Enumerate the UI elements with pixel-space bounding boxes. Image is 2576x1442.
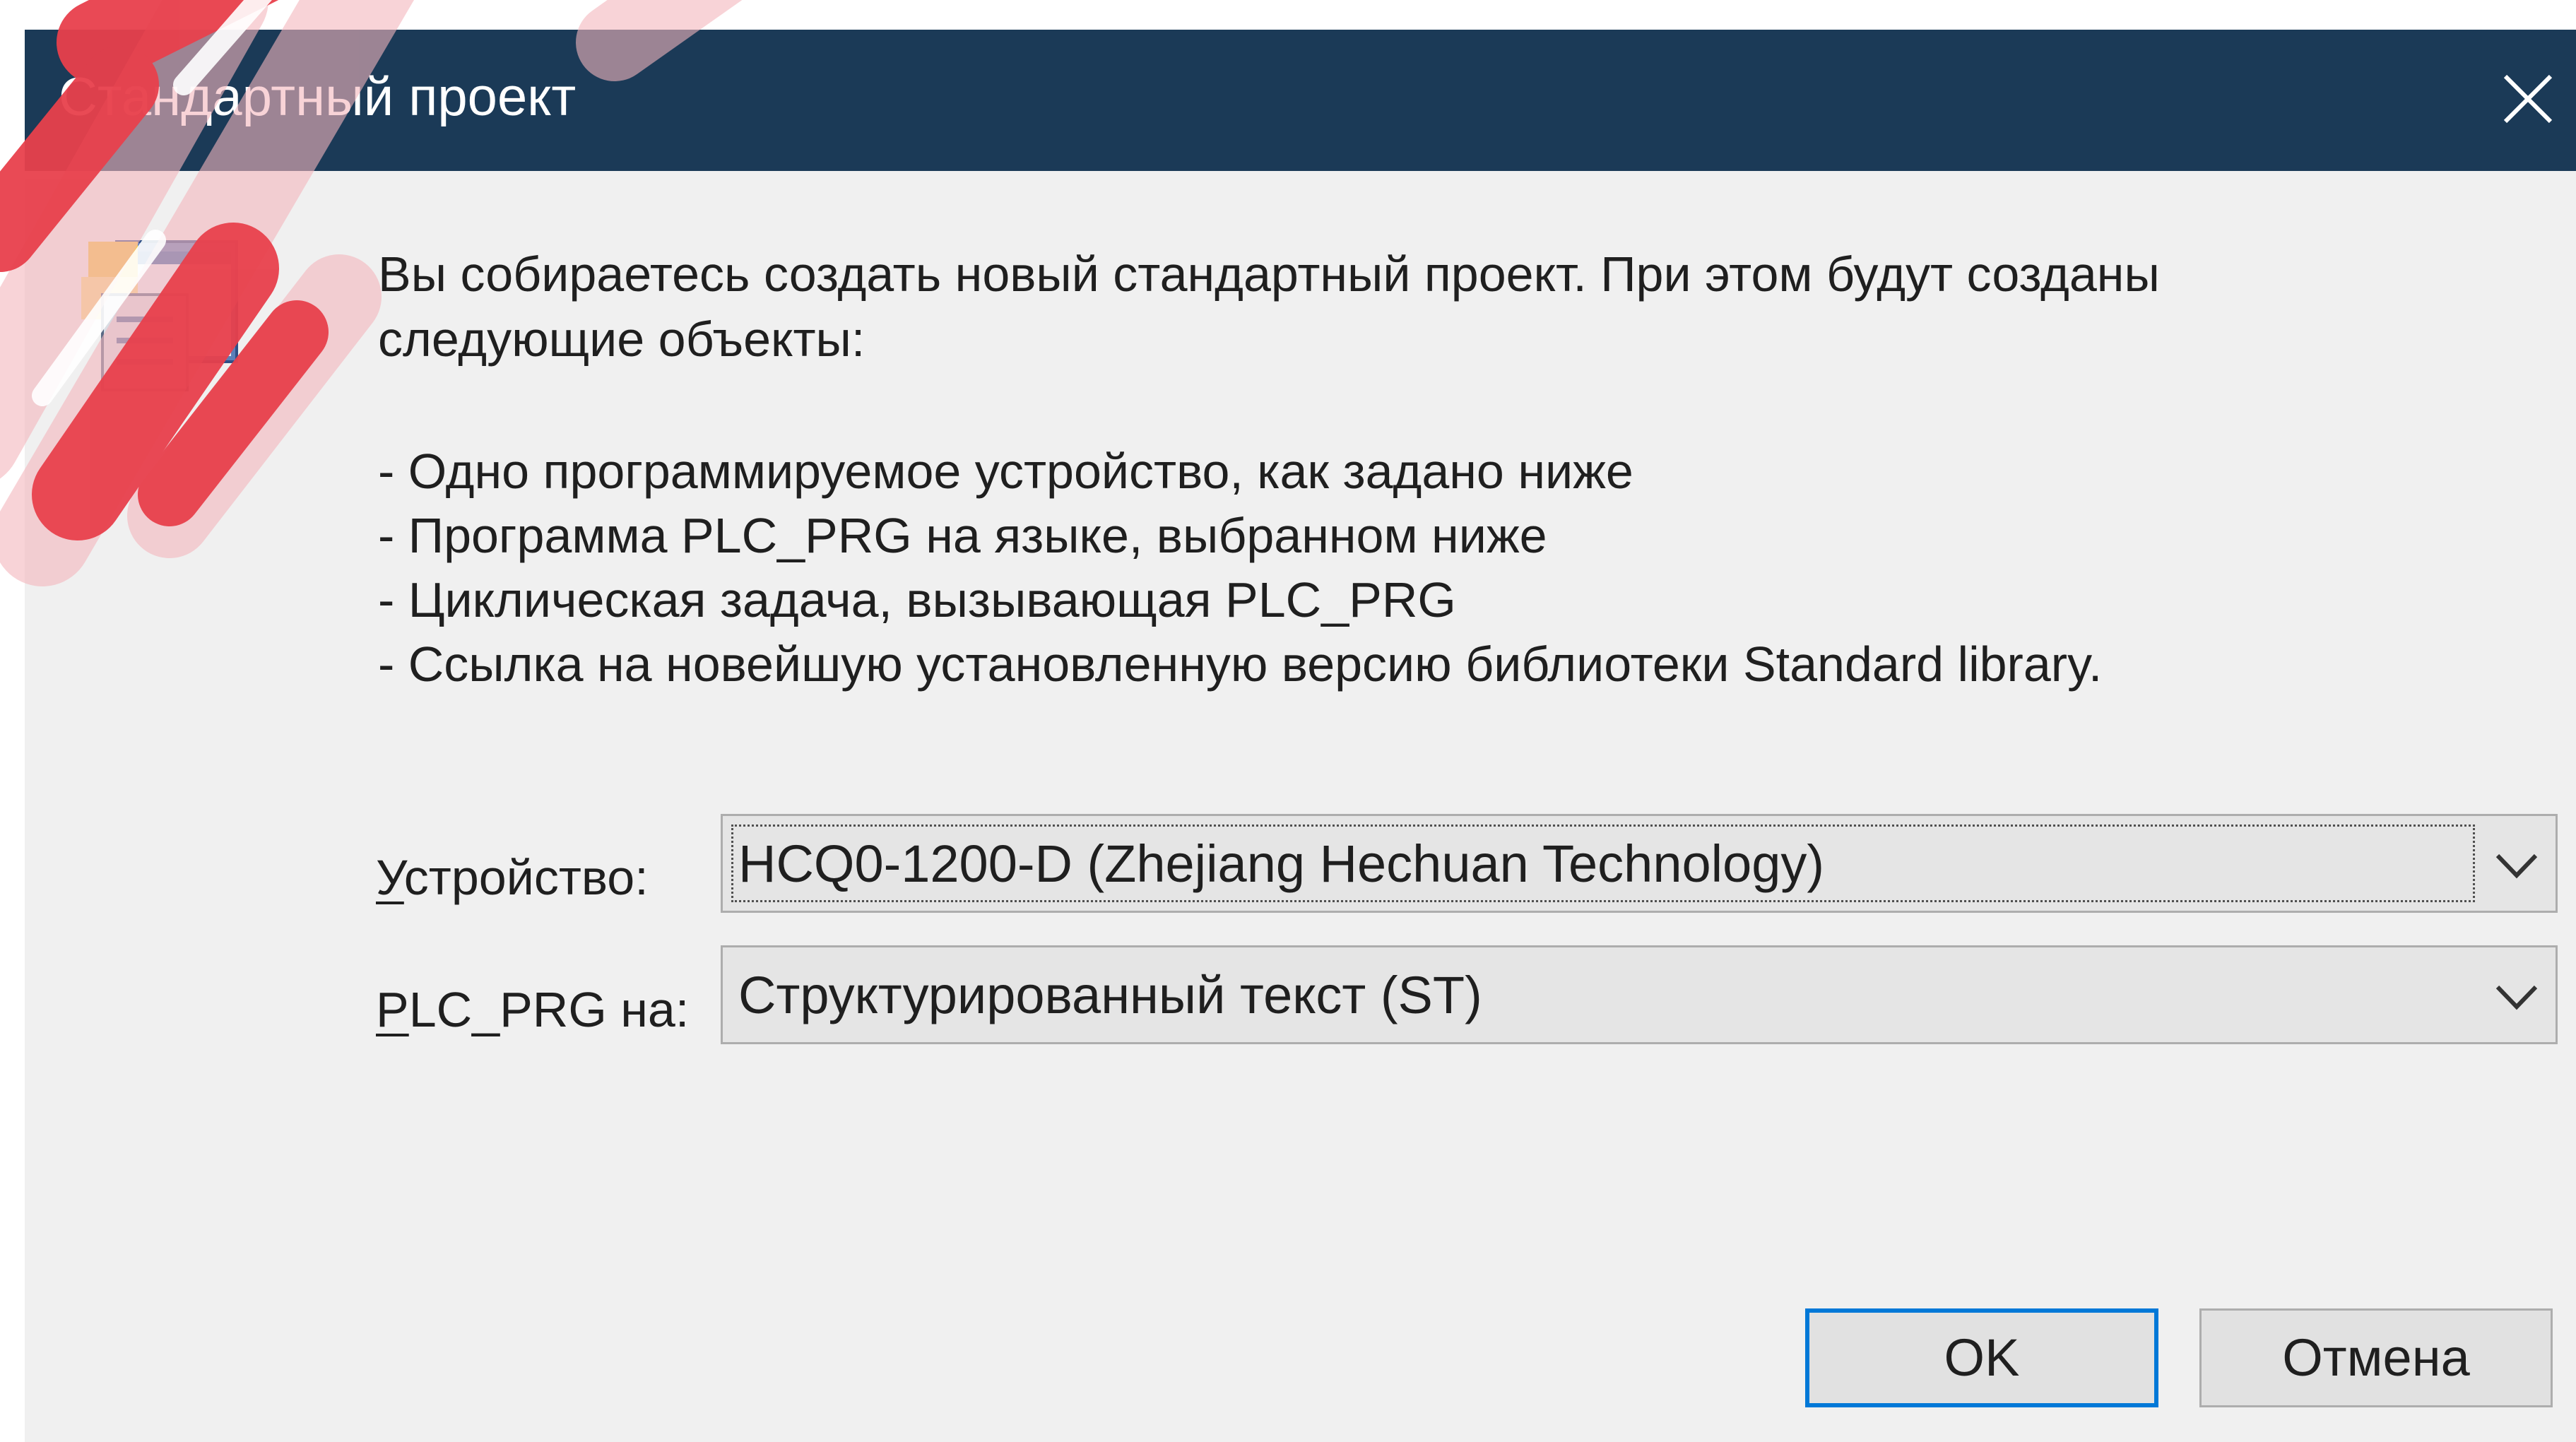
close-icon — [2503, 74, 2553, 124]
device-label: Устройство: — [376, 842, 649, 913]
list-item: - Ссылка на новейшую установленную верси… — [378, 637, 2103, 692]
close-button[interactable] — [2491, 30, 2576, 171]
language-label-text: LC_PRG на: — [408, 982, 690, 1037]
intro-line-1: Вы собираетесь создать новый стандартный… — [378, 247, 2160, 302]
ok-button[interactable]: OK — [1805, 1308, 2158, 1407]
language-label-mnemonic: P — [376, 982, 409, 1037]
chevron-down-icon — [2495, 985, 2538, 1010]
list-item: - Программа PLC_PRG на языке, выбранном … — [378, 508, 1547, 563]
dialog-title: Стандартный проект — [59, 67, 577, 127]
created-objects-list: - Одно программируемое устройство, как з… — [378, 439, 2102, 697]
intro-text: Вы собираетесь создать новый стандартный… — [378, 242, 2160, 372]
chevron-down-icon — [2495, 853, 2538, 879]
cancel-button[interactable]: Отмена — [2199, 1308, 2553, 1407]
title-bar: Стандартный проект — [25, 30, 2576, 171]
device-select-value: HCQ0-1200-D (Zhejiang Hechuan Technology… — [738, 834, 1825, 893]
device-select[interactable]: HCQ0-1200-D (Zhejiang Hechuan Technology… — [721, 814, 2558, 913]
standard-project-dialog: Стандартный проект Вы собираетесь создат… — [25, 30, 2576, 1442]
device-label-text: стройство: — [403, 850, 649, 905]
language-label: PLC_PRG на: — [376, 974, 689, 1045]
device-label-mnemonic: У — [376, 850, 404, 905]
list-item: - Циклическая задача, вызывающая PLC_PRG — [378, 572, 1456, 627]
language-select-value: Структурированный текст (ST) — [738, 966, 1482, 1024]
list-item: - Одно программируемое устройство, как з… — [378, 444, 1633, 499]
standard-project-icon — [74, 227, 244, 397]
intro-line-2: следующие объекты: — [378, 312, 865, 367]
language-select[interactable]: Структурированный текст (ST) — [721, 945, 2558, 1044]
screenshot: Стандартный проект Вы собираетесь создат… — [0, 0, 2576, 1442]
